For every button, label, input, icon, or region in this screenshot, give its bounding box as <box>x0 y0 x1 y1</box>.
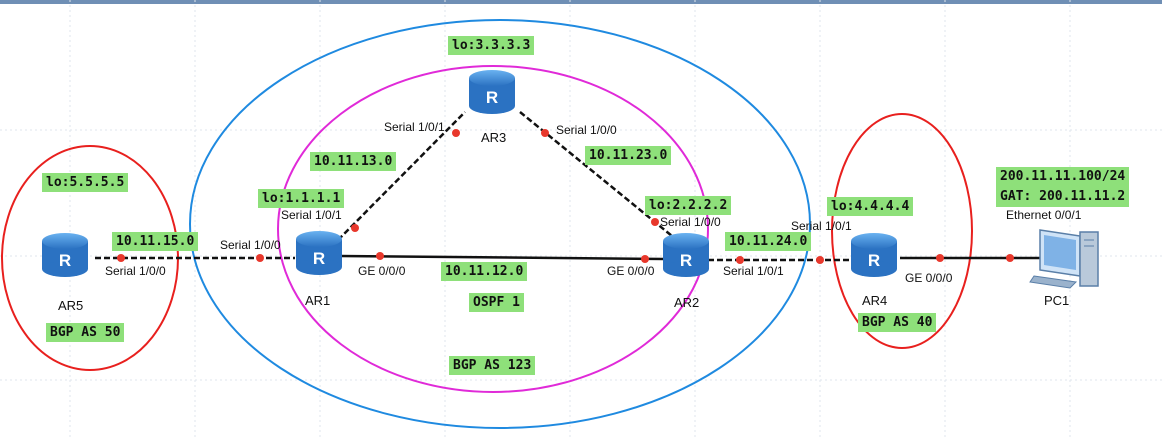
device-name-ar4[interactable]: AR4 <box>862 293 887 308</box>
loopback-label-ar5: lo:5.5.5.5 <box>42 173 129 192</box>
loopback-label-ar2: lo:2.2.2.2 <box>645 196 732 215</box>
network-label-ar1-ar2: 10.11.12.0 <box>441 262 528 281</box>
device-name-ar3[interactable]: AR3 <box>481 130 506 145</box>
device-name-ar5[interactable]: AR5 <box>58 298 83 313</box>
as50-label: BGP AS 50 <box>46 323 125 342</box>
loopback-label-ar1: lo:1.1.1.1 <box>258 189 345 208</box>
network-label-ar5-ar1: 10.11.15.0 <box>112 232 199 251</box>
network-label-ar3-ar2: 10.11.23.0 <box>585 146 672 165</box>
device-name-ar1[interactable]: AR1 <box>305 293 330 308</box>
topology-canvas: R R R R R lo:5.5.5.5 lo:1.1.1.1 lo:3.3.3… <box>0 0 1162 437</box>
ospf-ring <box>277 65 709 393</box>
svg-text:R: R <box>868 251 880 270</box>
router-icon[interactable]: R <box>42 233 88 277</box>
device-name-ar2[interactable]: AR2 <box>674 295 699 310</box>
port-label-ar4-s001: Serial 1/0/1 <box>791 219 852 233</box>
router-icon[interactable]: R <box>851 233 897 277</box>
router-icon[interactable]: R <box>296 231 342 275</box>
port-label-ar3-s000: Serial 1/0/0 <box>556 123 617 137</box>
as40-label: BGP AS 40 <box>858 313 937 332</box>
topology-drawing: R R R R R <box>0 0 1162 437</box>
port-label-ar2-s001: Serial 1/0/1 <box>723 264 784 278</box>
router-icon[interactable]: R <box>663 233 709 277</box>
svg-text:R: R <box>486 88 498 107</box>
port-label-ar2-ge: GE 0/0/0 <box>607 264 655 278</box>
port-label-ar3-s001: Serial 1/0/1 <box>384 120 445 134</box>
device-name-pc1[interactable]: PC1 <box>1044 293 1069 308</box>
as123-label: BGP AS 123 <box>449 356 536 375</box>
loopback-label-ar4: lo:4.4.4.4 <box>827 197 914 216</box>
svg-text:R: R <box>680 251 692 270</box>
port-label-ar4-ge: GE 0/0/0 <box>905 271 953 285</box>
port-label-pc1-eth: Ethernet 0/0/1 <box>1006 208 1082 222</box>
network-label-ar1-ar3: 10.11.13.0 <box>310 152 397 171</box>
background-grid <box>0 0 1162 437</box>
pc1-gateway: GAT: 200.11.11.2 <box>1000 189 1126 204</box>
loopback-label-ar3: lo:3.3.3.3 <box>448 36 535 55</box>
svg-text:R: R <box>59 251 71 270</box>
port-label-ar2-s000: Serial 1/0/0 <box>660 215 721 229</box>
pc1-address-label: 200.11.11.100/24 GAT: 200.11.11.2 <box>996 167 1130 207</box>
pc-icon[interactable] <box>1029 229 1099 289</box>
port-label-ar1-ge: GE 0/0/0 <box>358 264 406 278</box>
ospf-area-label: OSPF 1 <box>469 293 524 312</box>
svg-text:R: R <box>313 249 325 268</box>
port-label-ar5-s000: Serial 1/0/0 <box>105 264 166 278</box>
router-icon[interactable]: R <box>469 70 515 114</box>
pc1-ip-address: 200.11.11.100/24 <box>1000 169 1126 184</box>
network-label-ar2-ar4: 10.11.24.0 <box>725 232 812 251</box>
port-label-ar1-s001: Serial 1/0/1 <box>281 208 342 222</box>
port-label-ar1-s000: Serial 1/0/0 <box>220 238 281 252</box>
